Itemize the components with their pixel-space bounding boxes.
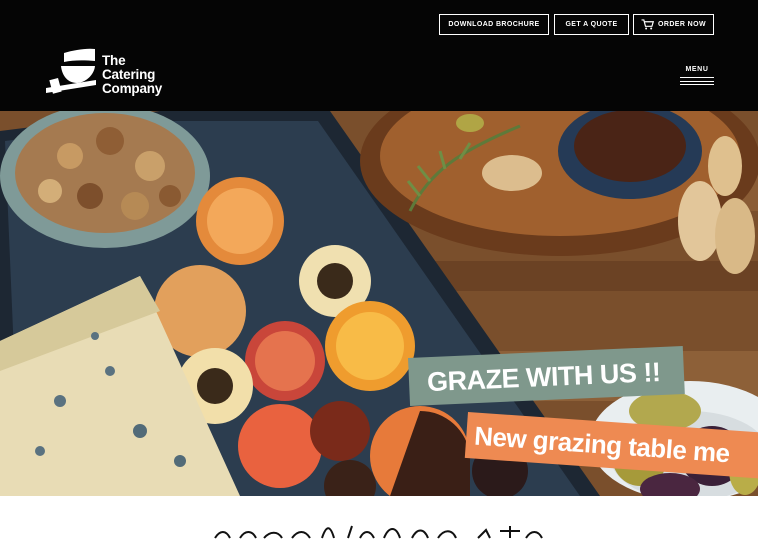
cart-icon bbox=[641, 19, 655, 30]
script-heading-partial bbox=[214, 525, 543, 539]
below-fold-section bbox=[0, 496, 758, 539]
logo-line-catering: Catering bbox=[102, 67, 156, 82]
hero-banner: GRAZE WITH US !! New grazing table me bbox=[0, 111, 758, 496]
menu-toggle[interactable]: MENU bbox=[680, 66, 714, 85]
logo-line-the: The bbox=[102, 53, 126, 68]
company-logo-icon[interactable] bbox=[44, 48, 98, 96]
hamburger-icon bbox=[680, 77, 714, 85]
site-header: DOWNLOAD BROCHURE GET A QUOTE ORDER NOW … bbox=[0, 0, 758, 111]
company-logo-text[interactable]: The Catering Company bbox=[102, 54, 162, 96]
graze-with-us-text: GRAZE WITH US !! bbox=[426, 357, 661, 398]
menu-label: MENU bbox=[685, 66, 709, 73]
order-now-label: ORDER NOW bbox=[658, 21, 706, 28]
download-brochure-button[interactable]: DOWNLOAD BROCHURE bbox=[439, 14, 549, 35]
get-a-quote-button[interactable]: GET A QUOTE bbox=[554, 14, 629, 35]
logo-line-company: Company bbox=[102, 81, 163, 96]
order-now-button[interactable]: ORDER NOW bbox=[633, 14, 714, 35]
